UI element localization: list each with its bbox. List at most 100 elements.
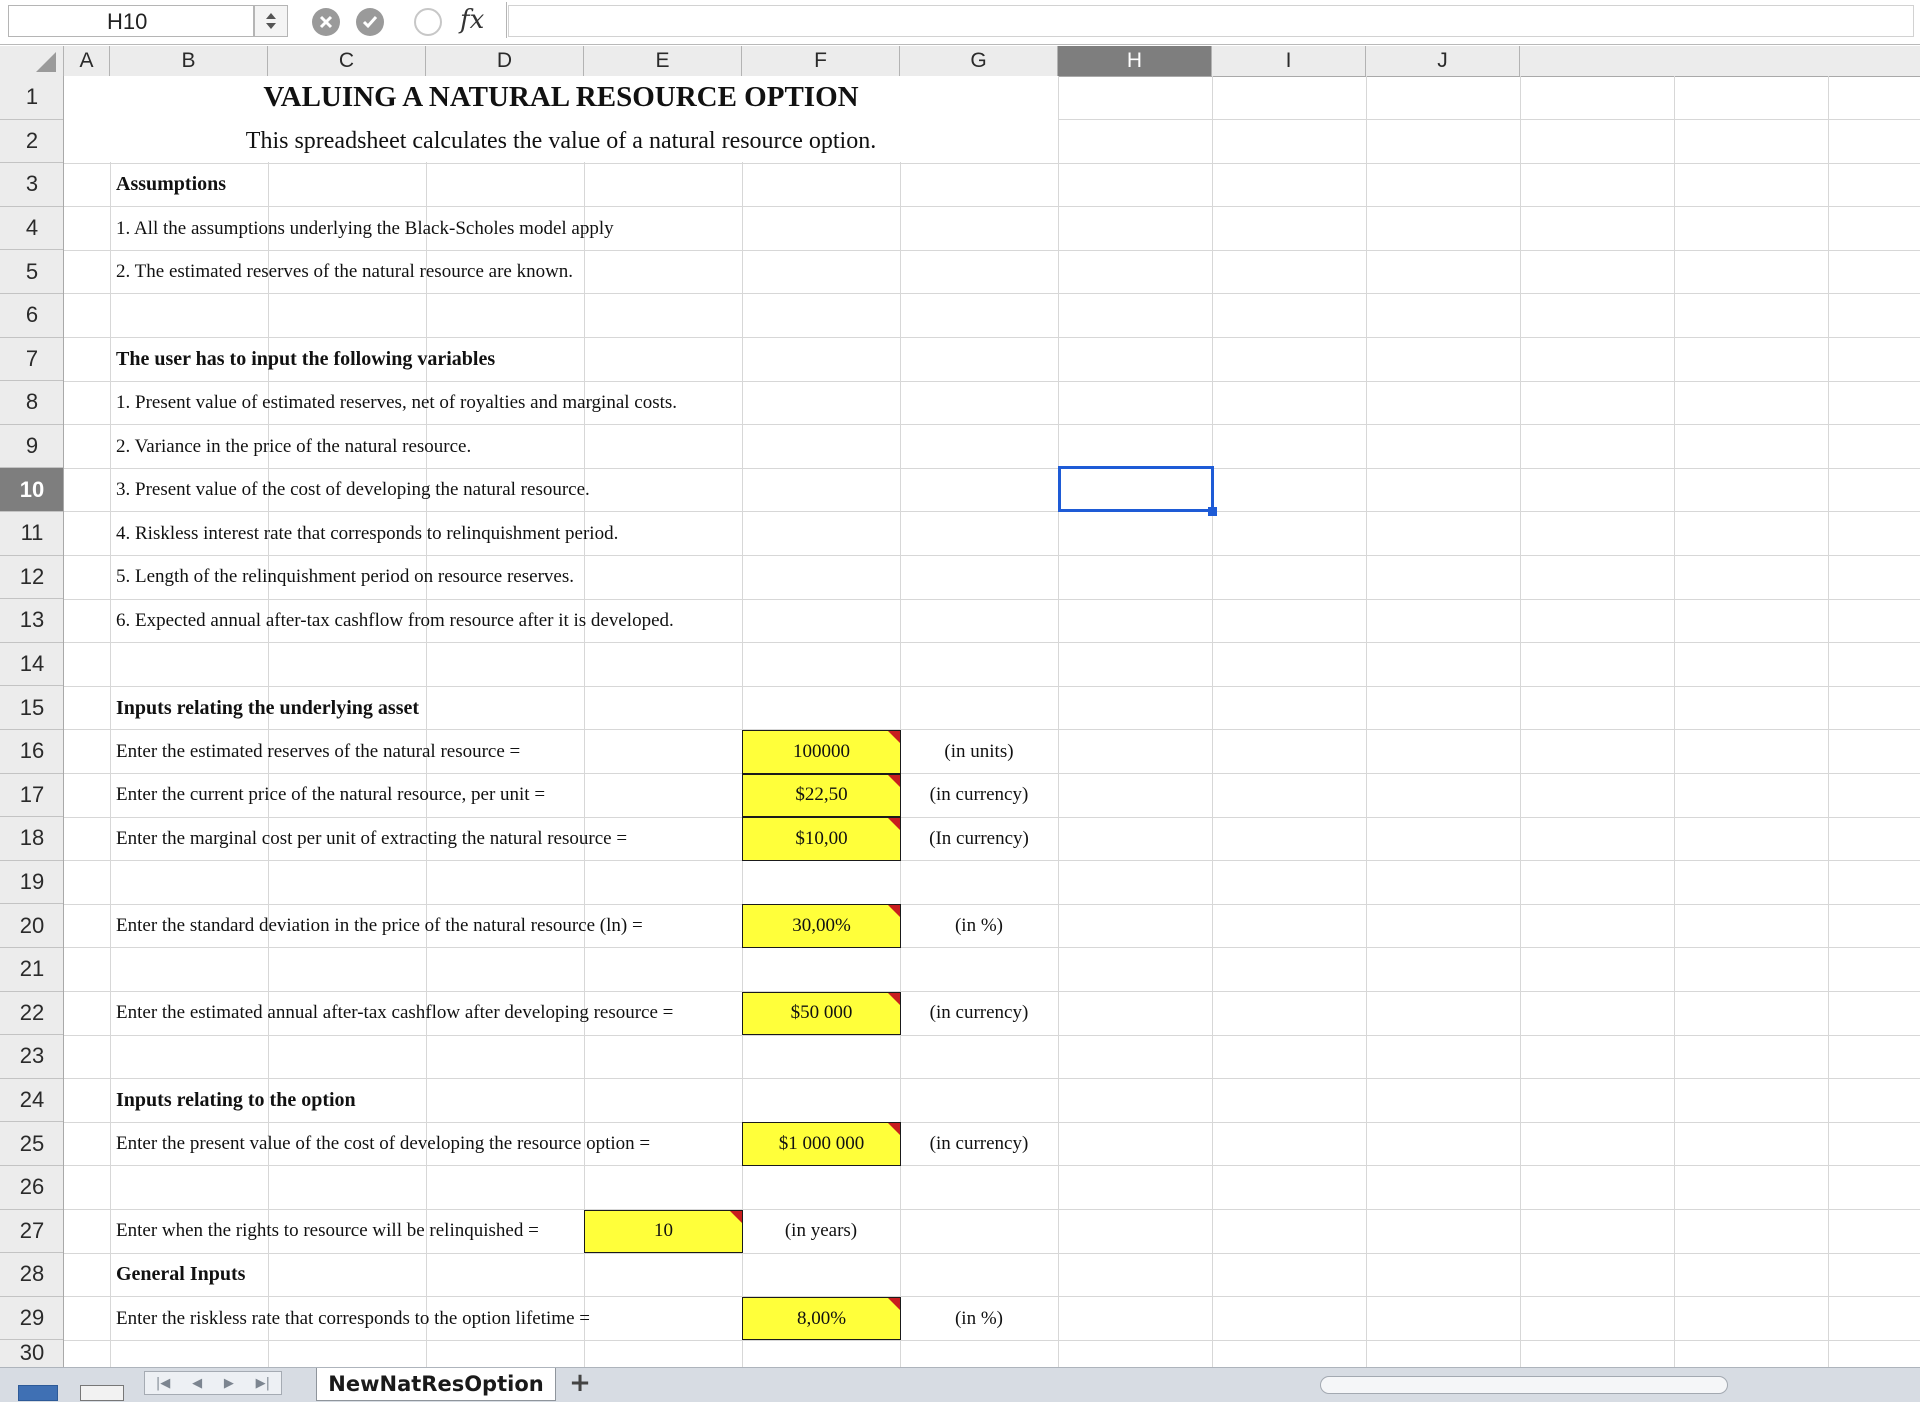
next-sheet-icon[interactable]: ▶ [224, 1376, 234, 1391]
row-header[interactable]: 14 [0, 643, 63, 687]
row-header[interactable]: 2 [0, 120, 63, 164]
relinquish-unit[interactable]: (in years) [742, 1210, 900, 1254]
row-header[interactable]: 22 [0, 992, 63, 1036]
row-header[interactable]: 9 [0, 425, 63, 469]
variable-item[interactable]: 4. Riskless interest rate that correspon… [110, 512, 618, 556]
option-inputs-heading[interactable]: Inputs relating to the option [110, 1079, 356, 1123]
row-header[interactable]: 5 [0, 250, 63, 294]
row-header[interactable]: 21 [0, 948, 63, 992]
add-sheet-button[interactable]: + [560, 1368, 600, 1398]
sheet-subtitle[interactable]: This spreadsheet calculates the value of… [64, 120, 1058, 164]
row-header[interactable]: 12 [0, 556, 63, 600]
variable-item[interactable]: 3. Present value of the cost of developi… [110, 468, 590, 512]
marginal-cost-unit[interactable]: (In currency) [900, 817, 1058, 861]
relinquish-input[interactable]: 10 [584, 1209, 743, 1254]
row-header[interactable]: 23 [0, 1035, 63, 1079]
sheet-title[interactable]: VALUING A NATURAL RESOURCE OPTION [64, 76, 1058, 120]
active-cell-selection[interactable] [1058, 466, 1214, 513]
cashflow-unit[interactable]: (in currency) [900, 992, 1058, 1036]
row-header[interactable]: 16 [0, 730, 63, 774]
column-header-h[interactable]: H [1058, 46, 1212, 76]
riskless-rate-label[interactable]: Enter the riskless rate that corresponds… [110, 1297, 590, 1341]
std-dev-input[interactable]: 30,00% [742, 904, 901, 948]
last-sheet-icon[interactable]: ▶| [256, 1376, 270, 1391]
reserves-label[interactable]: Enter the estimated reserves of the natu… [110, 730, 520, 774]
column-header-i[interactable]: I [1212, 46, 1366, 76]
row-header[interactable]: 18 [0, 817, 63, 861]
row-header[interactable]: 20 [0, 904, 63, 948]
row-header[interactable]: 29 [0, 1297, 63, 1341]
row-header[interactable]: 26 [0, 1166, 63, 1210]
dev-cost-label[interactable]: Enter the present value of the cost of d… [110, 1122, 650, 1166]
formula-input[interactable] [508, 5, 1914, 37]
checkmark-icon[interactable] [356, 8, 384, 36]
variable-item[interactable]: 1. Present value of estimated reserves, … [110, 381, 677, 425]
variable-item[interactable]: 5. Length of the relinquishment period o… [110, 556, 574, 600]
column-header-g[interactable]: G [900, 46, 1058, 76]
price-unit[interactable]: (in currency) [900, 774, 1058, 818]
std-dev-unit[interactable]: (in %) [900, 904, 1058, 948]
cancel-icon[interactable] [312, 8, 340, 36]
row-header[interactable]: 27 [0, 1210, 63, 1254]
select-all-corner[interactable] [0, 46, 64, 76]
cashflow-input[interactable]: $50 000 [742, 991, 901, 1036]
dev-cost-input[interactable]: $1 000 000 [742, 1122, 901, 1166]
row-header[interactable]: 3 [0, 163, 63, 207]
row-header[interactable]: 4 [0, 207, 63, 251]
price-label[interactable]: Enter the current price of the natural r… [110, 774, 545, 818]
variable-item[interactable]: 2. Variance in the price of the natural … [110, 425, 471, 469]
row-header[interactable]: 1 [0, 76, 63, 120]
reserves-unit[interactable]: (in units) [900, 730, 1058, 774]
name-box-stepper[interactable] [254, 5, 288, 37]
cashflow-label[interactable]: Enter the estimated annual after-tax cas… [110, 992, 673, 1036]
column-header-b[interactable]: B [110, 46, 268, 76]
gridline [1828, 76, 1829, 1367]
column-header-d[interactable]: D [426, 46, 584, 76]
row-header[interactable]: 19 [0, 861, 63, 905]
row-header[interactable]: 30 [0, 1340, 63, 1367]
spreadsheet-grid[interactable]: VALUING A NATURAL RESOURCE OPTION This s… [64, 76, 1920, 1367]
sheet-navigation: |◀ ◀ ▶ ▶| [144, 1371, 282, 1395]
row-header[interactable]: 11 [0, 512, 63, 556]
relinquish-label[interactable]: Enter when the rights to resource will b… [110, 1210, 539, 1254]
insert-function-icon[interactable] [414, 8, 442, 36]
underlying-asset-heading[interactable]: Inputs relating the underlying asset [110, 686, 419, 730]
row-header[interactable]: 15 [0, 686, 63, 730]
variable-item[interactable]: 6. Expected annual after-tax cashflow fr… [110, 599, 674, 643]
page-layout-view-icon[interactable] [80, 1385, 124, 1401]
assumption-item[interactable]: 2. The estimated reserves of the natural… [110, 250, 573, 294]
row-header[interactable]: 28 [0, 1253, 63, 1297]
row-header[interactable]: 10 [0, 468, 63, 512]
riskless-rate-unit[interactable]: (in %) [900, 1297, 1058, 1341]
first-sheet-icon[interactable]: |◀ [156, 1376, 170, 1391]
column-header-f[interactable]: F [742, 46, 900, 76]
row-header[interactable]: 6 [0, 294, 63, 338]
row-header[interactable]: 24 [0, 1079, 63, 1123]
general-inputs-heading[interactable]: General Inputs [110, 1253, 245, 1297]
assumption-item[interactable]: 1. All the assumptions underlying the Bl… [110, 207, 614, 251]
std-dev-label[interactable]: Enter the standard deviation in the pric… [110, 904, 643, 948]
column-header-e[interactable]: E [584, 46, 742, 76]
row-header[interactable]: 25 [0, 1122, 63, 1166]
marginal-cost-input[interactable]: $10,00 [742, 817, 901, 861]
row-header[interactable]: 13 [0, 599, 63, 643]
reserves-input[interactable]: 100000 [742, 730, 901, 774]
price-input[interactable]: $22,50 [742, 773, 901, 818]
name-box[interactable]: H10 [8, 5, 254, 37]
input-variables-heading[interactable]: The user has to input the following vari… [110, 338, 495, 382]
dev-cost-unit[interactable]: (in currency) [900, 1122, 1058, 1166]
row-header[interactable]: 8 [0, 381, 63, 425]
sheet-tab-newnatresoption[interactable]: NewNatResOption [316, 1368, 556, 1401]
fill-handle[interactable] [1208, 507, 1217, 517]
marginal-cost-label[interactable]: Enter the marginal cost per unit of extr… [110, 817, 627, 861]
row-header[interactable]: 17 [0, 774, 63, 818]
riskless-rate-input[interactable]: 8,00% [742, 1296, 901, 1341]
column-header-a[interactable]: A [64, 46, 110, 76]
row-header[interactable]: 7 [0, 338, 63, 382]
column-header-j[interactable]: J [1366, 46, 1520, 76]
column-header-c[interactable]: C [268, 46, 426, 76]
assumptions-heading[interactable]: Assumptions [110, 163, 226, 207]
previous-sheet-icon[interactable]: ◀ [192, 1376, 202, 1391]
normal-view-icon[interactable] [18, 1385, 58, 1401]
horizontal-scrollbar[interactable] [1320, 1376, 1728, 1394]
